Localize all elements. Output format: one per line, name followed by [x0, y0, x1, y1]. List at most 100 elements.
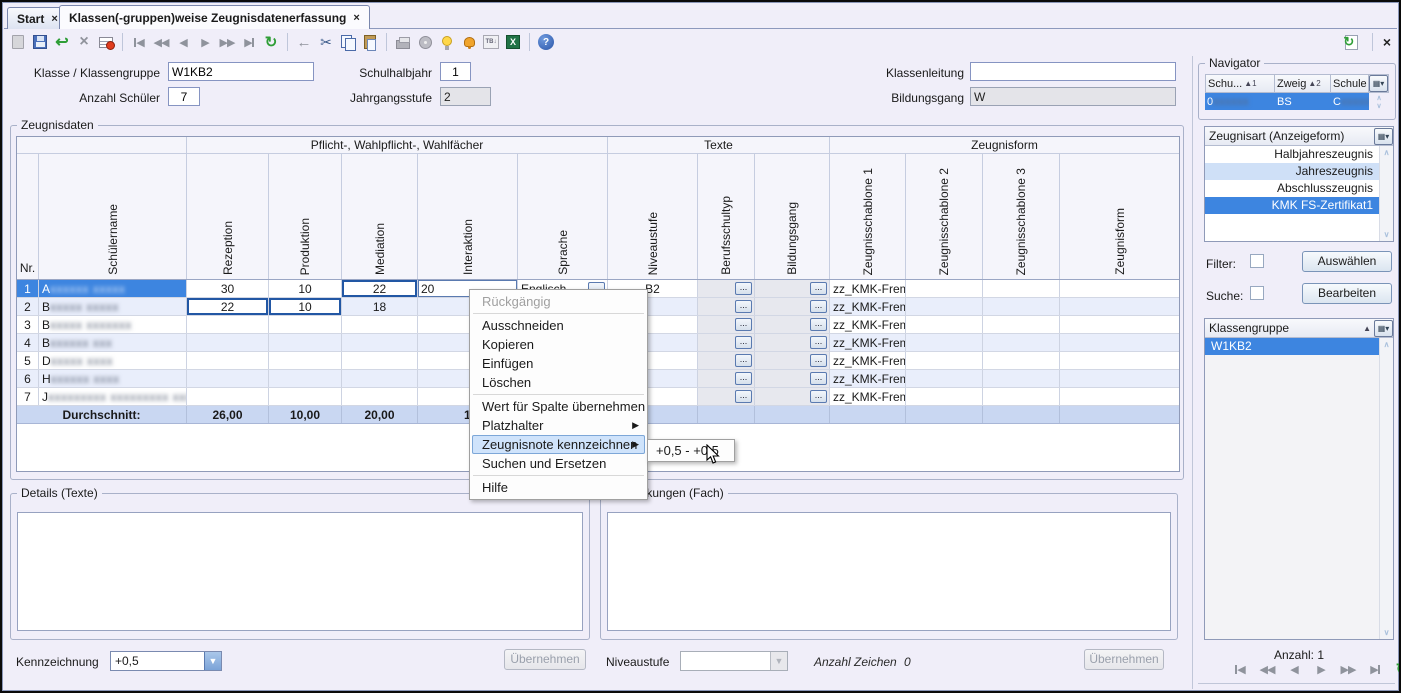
cell-produktion[interactable]	[269, 370, 342, 387]
grid-settings-button[interactable]: ▦▾	[1374, 128, 1393, 145]
menu-item-suchen-und-ersetzen[interactable]: Suchen und Ersetzen	[472, 454, 645, 473]
chevron-down-icon[interactable]: ▼	[204, 652, 221, 670]
cell-zeugnisschablone-2[interactable]	[906, 280, 983, 297]
cell-berufsschultyp[interactable]: ...	[698, 298, 755, 315]
cell-zeugnisform[interactable]	[1060, 280, 1179, 297]
cell-bildungsgang[interactable]: ...	[755, 298, 830, 315]
cell-zeugnisschablone-1[interactable]: zz_KMK-Frem...	[830, 388, 906, 405]
cell-mediation[interactable]	[342, 334, 418, 351]
navigator-cell[interactable]: Cxxxxx	[1331, 93, 1369, 110]
cell-zeugnisform[interactable]	[1060, 388, 1179, 405]
navigator-col-schuljahr[interactable]: Schu...▲1	[1205, 74, 1275, 93]
cell-zeugnisschablone-2[interactable]	[906, 298, 983, 315]
ellipsis-button[interactable]: ...	[810, 300, 827, 313]
cell-berufsschultyp[interactable]: ...	[698, 316, 755, 333]
cell-zeugnisschablone-2[interactable]	[906, 334, 983, 351]
cell-produktion[interactable]: 10	[269, 280, 342, 297]
klasse-input[interactable]	[168, 62, 314, 81]
cell-zeugnisschablone-1[interactable]: zz_KMK-Frem...	[830, 370, 906, 387]
cell-berufsschultyp[interactable]: ...	[698, 352, 755, 369]
zeugnisart-header[interactable]: Zeugnisart (Anzeigeform) ▦▾	[1205, 127, 1393, 146]
refresh-icon[interactable]: ↻	[261, 32, 281, 52]
cell-zeugnisschablone-3[interactable]	[983, 316, 1060, 333]
cell-rezeption[interactable]: 30	[187, 280, 269, 297]
menu-item-kopieren[interactable]: Kopieren	[472, 335, 645, 354]
paste-icon[interactable]	[360, 32, 380, 52]
cell-zeugnisschablone-1[interactable]: zz_KMK-Frem...	[830, 352, 906, 369]
cell-bildungsgang[interactable]: ...	[755, 316, 830, 333]
text-export-icon[interactable]: TB↓	[481, 32, 501, 52]
scroll-down-icon[interactable]: ∨	[1384, 230, 1390, 239]
cell-berufsschultyp[interactable]: ...	[698, 280, 755, 297]
nav-first-icon[interactable]: ◀	[129, 32, 149, 52]
cell-produktion[interactable]	[269, 316, 342, 333]
cell-zeugnisschablone-1[interactable]: zz_KMK-Frem...	[830, 316, 906, 333]
zeugnisart-item-abschlusszeugnis[interactable]: Abschlusszeugnis	[1205, 180, 1379, 197]
ellipsis-button[interactable]: ...	[810, 318, 827, 331]
cell-zeugnisschablone-2[interactable]	[906, 352, 983, 369]
scroll-up-icon[interactable]: ∧	[1384, 148, 1390, 157]
student-name-cell[interactable]: Dxxxxx xxxx	[39, 352, 187, 369]
scroll-arrows[interactable]: ∧∨	[1369, 93, 1389, 110]
nav-fast-back-icon[interactable]: ◀◀	[1257, 659, 1277, 679]
student-name-cell[interactable]: Hxxxxxx xxxx	[39, 370, 187, 387]
cell-rezeption-selected[interactable]: 22	[187, 298, 269, 315]
ellipsis-button[interactable]: ...	[810, 282, 827, 295]
cell-zeugnisschablone-3[interactable]	[983, 280, 1060, 297]
suche-checkbox[interactable]	[1250, 286, 1264, 300]
nav-back-icon[interactable]: ◀	[1284, 659, 1304, 679]
sync-icon[interactable]	[1342, 32, 1362, 52]
cell-zeugnisschablone-3[interactable]	[983, 298, 1060, 315]
schulhalbjahr-input[interactable]	[440, 62, 471, 81]
copy-icon[interactable]	[338, 32, 358, 52]
cell-zeugnisform[interactable]	[1060, 352, 1179, 369]
cell-zeugnisschablone-2[interactable]	[906, 370, 983, 387]
ellipsis-button[interactable]: ...	[735, 372, 752, 385]
undo-icon[interactable]: ↩	[52, 32, 72, 52]
save-icon[interactable]	[30, 32, 50, 52]
cell-zeugnisschablone-1[interactable]: zz_KMK-Frem...	[830, 280, 906, 297]
cell-rezeption[interactable]	[187, 370, 269, 387]
menu-item-einfuegen[interactable]: Einfügen	[472, 354, 645, 373]
navigator-cell[interactable]: BS	[1275, 93, 1331, 110]
cell-zeugnisschablone-3[interactable]	[983, 370, 1060, 387]
zeugnisart-item-kmk-fs-zertifikat1[interactable]: KMK FS-Zertifikat1	[1205, 197, 1379, 214]
tab-zeugnisdatenerfassung[interactable]: Klassen(-gruppen)weise Zeugnisdatenerfas…	[59, 5, 370, 29]
ellipsis-button[interactable]: ...	[735, 336, 752, 349]
cell-mediation[interactable]	[342, 370, 418, 387]
ellipsis-button[interactable]: ...	[810, 336, 827, 349]
klassengruppe-header[interactable]: Klassengruppe ▲ ▦▾	[1205, 319, 1393, 338]
scroll-up-icon[interactable]: ∧	[1376, 94, 1381, 102]
table-settings-icon[interactable]	[96, 32, 116, 52]
ellipsis-button[interactable]: ...	[735, 300, 752, 313]
cell-bildungsgang[interactable]: ...	[755, 334, 830, 351]
grid-settings-button[interactable]: ▦▾	[1374, 320, 1393, 337]
cell-mediation[interactable]: 18	[342, 298, 418, 315]
scrollbar[interactable]: ∧ ∨	[1379, 338, 1393, 639]
cell-berufsschultyp[interactable]: ...	[698, 370, 755, 387]
student-name-cell[interactable]: Bxxxxx xxxxx	[39, 298, 187, 315]
cell-bildungsgang[interactable]: ...	[755, 352, 830, 369]
cell-rezeption[interactable]	[187, 388, 269, 405]
cell-bildungsgang[interactable]: ...	[755, 370, 830, 387]
cell-zeugnisschablone-2[interactable]	[906, 316, 983, 333]
cell-zeugnisform[interactable]	[1060, 298, 1179, 315]
cell-produktion-selected[interactable]: 10	[269, 298, 342, 315]
student-name-cell[interactable]: Axxxxxx xxxxx	[39, 280, 187, 297]
klassengruppe-item-w1kb2[interactable]: W1KB2	[1205, 338, 1379, 355]
cell-mediation[interactable]	[342, 316, 418, 333]
cell-zeugnisform[interactable]	[1060, 316, 1179, 333]
back-arrow-icon[interactable]: ←	[294, 32, 314, 52]
menu-item-platzhalter[interactable]: Platzhalter▶	[472, 416, 645, 435]
cut-icon[interactable]: ✂	[316, 32, 336, 52]
nav-back-icon[interactable]: ◀	[173, 32, 193, 52]
cell-bildungsgang[interactable]: ...	[755, 280, 830, 297]
cell-zeugnisschablone-3[interactable]	[983, 352, 1060, 369]
ellipsis-button[interactable]: ...	[735, 318, 752, 331]
cell-zeugnisschablone-1[interactable]: zz_KMK-Frem...	[830, 334, 906, 351]
cell-rezeption[interactable]	[187, 316, 269, 333]
scroll-down-icon[interactable]: ∨	[1376, 102, 1381, 110]
refresh-icon[interactable]: ↻	[1392, 659, 1401, 679]
nav-last-icon[interactable]: ▶	[1365, 659, 1385, 679]
filter-checkbox[interactable]	[1250, 254, 1264, 268]
